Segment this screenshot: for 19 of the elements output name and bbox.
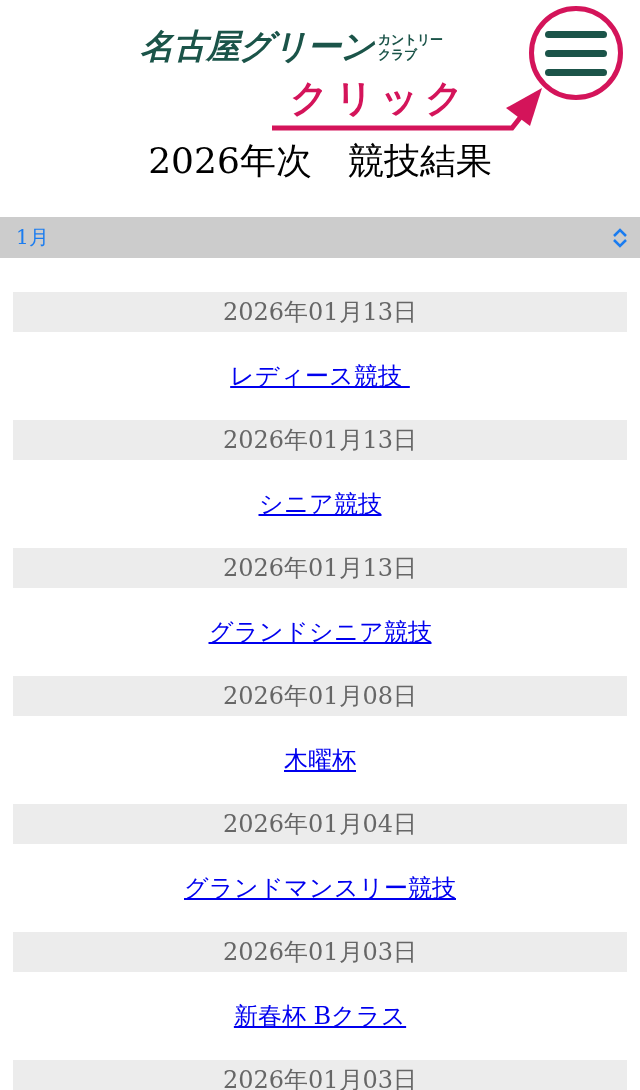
- date-header: 2026年01月13日: [13, 292, 627, 332]
- result-link[interactable]: 新春杯 Bクラス: [233, 1000, 407, 1032]
- result-link[interactable]: シニア競技: [258, 488, 382, 520]
- page-title: 2026年次 競技結果: [147, 139, 493, 183]
- result-link[interactable]: 木曜杯: [284, 744, 356, 776]
- result-link[interactable]: レディース競技: [230, 360, 410, 392]
- chevron-icon: [612, 227, 628, 248]
- logo-subtext: カントリー: [378, 32, 443, 47]
- annotation-text: クリック: [290, 76, 470, 120]
- logo-text: 名古屋グリーン: [140, 25, 374, 68]
- date-header: 2026年01月13日: [13, 548, 627, 588]
- result-link[interactable]: グランドマンスリー競技: [184, 872, 456, 904]
- result-link[interactable]: グランドシニア競技: [208, 616, 432, 648]
- date-header: 2026年01月03日: [13, 932, 627, 972]
- date-header: 2026年01月13日: [13, 420, 627, 460]
- date-header: 2026年01月08日: [13, 676, 627, 716]
- menu-icon: [545, 28, 607, 78]
- logo-subtext: クラブ: [378, 47, 419, 62]
- date-header: 2026年01月04日: [13, 804, 627, 844]
